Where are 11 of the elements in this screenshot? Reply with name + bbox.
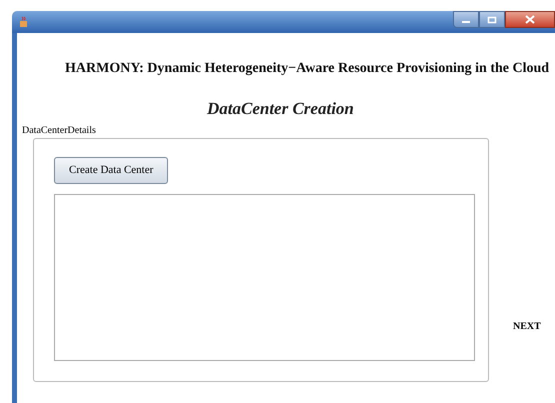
page-title: DataCenter Creation [207,98,355,120]
header-text: HARMONY: Dynamic Heterogeneity−Aware Resource Provisioning in the Cloud [65,60,550,78]
panel-label: DataCenterDetails [22,124,97,138]
create-data-center-button[interactable]: Create Data Center [54,156,168,184]
close-button[interactable] [505,11,555,28]
minimize-button[interactable] [453,11,479,28]
maximize-icon [487,16,497,24]
coffee-cup-icon [18,16,30,28]
maximize-button[interactable] [479,11,505,28]
next-button[interactable]: NEXT [513,319,541,334]
close-icon [525,15,535,24]
